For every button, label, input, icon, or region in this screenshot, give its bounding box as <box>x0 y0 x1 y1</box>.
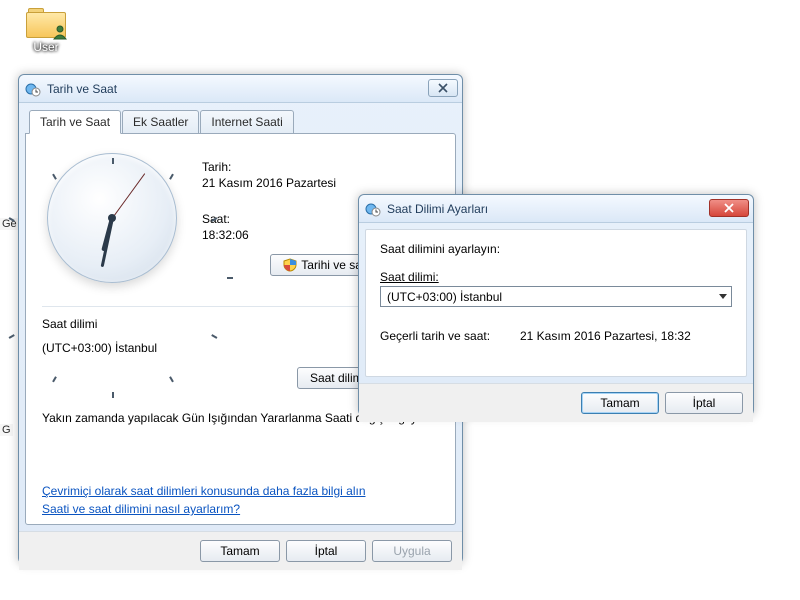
ok-button[interactable]: Tamam <box>200 540 280 562</box>
globe-clock-icon <box>365 201 381 217</box>
cancel-button[interactable]: İptal <box>286 540 366 562</box>
titlebar[interactable]: Tarih ve Saat <box>19 75 462 103</box>
tab-additional-clocks[interactable]: Ek Saatler <box>122 110 199 134</box>
user-overlay-icon <box>52 24 68 40</box>
window-title: Saat Dilimi Ayarları <box>387 202 488 216</box>
tab-datetime[interactable]: Tarih ve Saat <box>29 110 121 134</box>
uac-shield-icon <box>283 258 297 272</box>
window-title: Tarih ve Saat <box>47 82 117 96</box>
desktop-icon-user[interactable]: User <box>16 6 76 54</box>
apply-button[interactable]: Uygula <box>372 540 452 562</box>
dialog-button-bar: Tamam İptal Uygula <box>19 531 462 570</box>
cancel-button[interactable]: İptal <box>665 392 743 414</box>
dialog-button-bar: Tamam İptal <box>359 383 753 422</box>
tab-strip: Tarih ve Saat Ek Saatler Internet Saati <box>29 110 456 134</box>
titlebar[interactable]: Saat Dilimi Ayarları <box>359 195 753 223</box>
timezone-field-label: Saat dilimi: <box>380 270 732 284</box>
desktop-icon-label: User <box>16 40 76 54</box>
link-timezone-info[interactable]: Çevrimiçi olarak saat dilimleri konusund… <box>42 484 439 498</box>
instruction-text: Saat dilimini ayarlayın: <box>380 242 732 256</box>
current-datetime-value: 21 Kasım 2016 Pazartesi, 18:32 <box>520 329 691 343</box>
close-button[interactable] <box>428 79 458 97</box>
clock-second-hand <box>112 173 145 218</box>
link-howto-set-time[interactable]: Saati ve saat dilimini nasıl ayarlarım? <box>42 502 439 516</box>
analog-clock: /* ticks generated below via JS for brev… <box>42 148 182 288</box>
chevron-down-icon <box>719 294 727 299</box>
date-value: 21 Kasım 2016 Pazartesi <box>202 176 439 190</box>
globe-clock-icon <box>25 81 41 97</box>
edge-fragment: G <box>0 424 13 436</box>
tab-internet-time[interactable]: Internet Saati <box>200 110 293 134</box>
ok-button[interactable]: Tamam <box>581 392 659 414</box>
current-datetime-label: Geçerli tarih ve saat: <box>380 329 520 343</box>
date-label: Tarih: <box>202 160 439 174</box>
folder-icon <box>26 6 66 38</box>
timezone-settings-dialog: Saat Dilimi Ayarları Saat dilimini ayarl… <box>358 194 754 416</box>
timezone-select-value: (UTC+03:00) İstanbul <box>387 290 502 304</box>
timezone-select[interactable]: (UTC+03:00) İstanbul <box>380 286 732 307</box>
close-icon <box>438 83 448 93</box>
close-button[interactable] <box>709 199 749 217</box>
close-icon <box>723 203 735 213</box>
